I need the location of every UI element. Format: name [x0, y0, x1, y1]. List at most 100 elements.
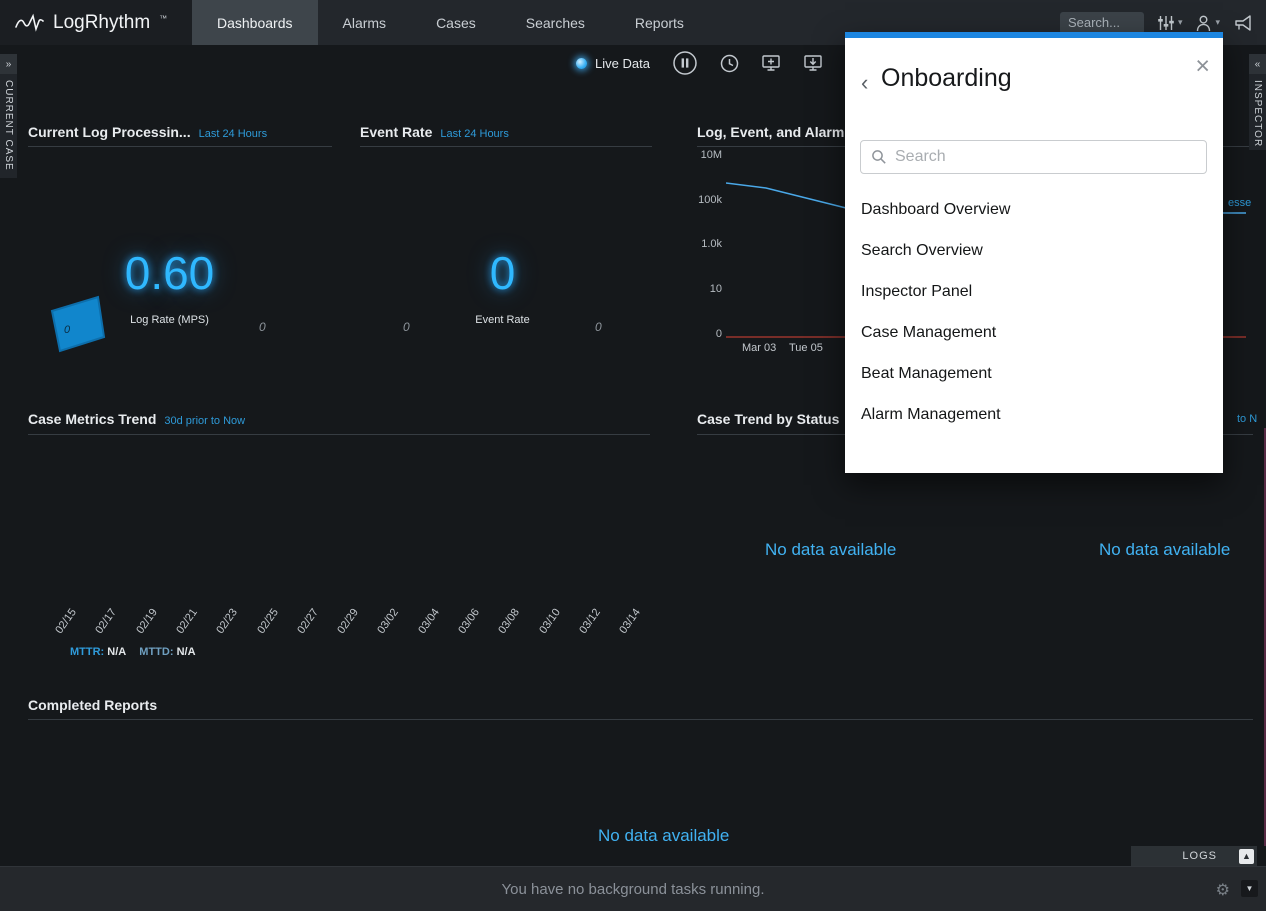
- time-range-button[interactable]: [720, 54, 739, 73]
- x-tick: 02/25: [247, 607, 281, 648]
- search-icon: [871, 149, 887, 165]
- onboarding-title: Onboarding: [881, 64, 1012, 93]
- onboarding-item-case-management[interactable]: Case Management: [845, 312, 1223, 353]
- gauge-tick: 0: [259, 320, 266, 334]
- tab-searches[interactable]: Searches: [501, 0, 610, 45]
- divider: [28, 719, 1253, 720]
- case-trend-empty-state: No data available: [765, 540, 896, 560]
- x-tick: 02/23: [206, 607, 240, 648]
- tab-alarms[interactable]: Alarms: [318, 0, 412, 45]
- onboarding-item-search-overview[interactable]: Search Overview: [845, 230, 1223, 271]
- tab-label: Dashboards: [217, 15, 293, 31]
- widget-title-completed-reports: Completed Reports: [28, 697, 157, 713]
- x-tick: 03/14: [609, 607, 643, 648]
- status-bar: You have no background tasks running. ⚙ …: [0, 866, 1266, 911]
- x-tick: 03/02: [367, 607, 401, 648]
- chevron-down-icon: ▾: [1215, 17, 1220, 28]
- x-tick: 03/12: [569, 607, 603, 648]
- current-case-tab[interactable]: » CURRENT CASE: [0, 54, 17, 178]
- filters-menu-button[interactable]: ▾: [1157, 15, 1183, 31]
- logs-expand-button[interactable]: ▲: [1239, 849, 1254, 864]
- x-tick: 03/08: [488, 607, 522, 648]
- widget-title-case-metrics: Case Metrics Trend30d prior to Now: [28, 411, 245, 427]
- onboarding-item-dashboard-overview[interactable]: Dashboard Overview: [845, 189, 1223, 230]
- y-tick: 10: [684, 283, 722, 295]
- mttd-value: N/A: [177, 646, 196, 658]
- tab-dashboards[interactable]: Dashboards: [192, 0, 318, 45]
- log-rate-value-box: 0.60 Log Rate (MPS): [92, 246, 247, 326]
- x-tick: Tue 05: [789, 342, 823, 354]
- onboarding-item-alarm-management[interactable]: Alarm Management: [845, 394, 1223, 435]
- mttr-value: N/A: [107, 646, 126, 658]
- completed-reports-empty-state: No data available: [598, 826, 729, 846]
- global-search-input[interactable]: [1060, 12, 1144, 34]
- x-tick: 03/10: [529, 607, 563, 648]
- back-chevron-icon[interactable]: ‹: [861, 70, 868, 96]
- onboarding-search-box: [860, 140, 1207, 174]
- range-label[interactable]: Last 24 Hours: [199, 128, 267, 140]
- y-tick: 100k: [684, 194, 722, 206]
- settings-gear-icon[interactable]: ⚙: [1216, 880, 1230, 900]
- logrhythm-logo-icon: [14, 12, 44, 34]
- logs-label: LOGS: [1182, 850, 1217, 862]
- title-text: Event Rate: [360, 124, 432, 140]
- tab-cases[interactable]: Cases: [411, 0, 501, 45]
- onboarding-item-list: Dashboard Overview Search Overview Inspe…: [845, 189, 1223, 435]
- add-widget-button[interactable]: [761, 54, 781, 72]
- inspector-tab[interactable]: « INSPECTOR: [1249, 54, 1266, 150]
- x-tick: 02/21: [166, 607, 200, 648]
- tab-label: Reports: [635, 15, 684, 31]
- onboarding-item-beat-management[interactable]: Beat Management: [845, 353, 1223, 394]
- event-rate-label: Event Rate: [425, 314, 580, 326]
- event-rate-value: 0: [425, 246, 580, 300]
- log-rate-label: Log Rate (MPS): [92, 314, 247, 326]
- y-tick: 1.0k: [684, 238, 722, 250]
- x-tick: 02/29: [327, 607, 361, 648]
- x-tick: 03/04: [408, 607, 442, 648]
- status-message: You have no background tasks running.: [502, 881, 765, 898]
- onboarding-search-input[interactable]: [895, 148, 1196, 166]
- collapse-statusbar-button[interactable]: ▼: [1241, 880, 1258, 897]
- brand-name: LogRhythm: [53, 12, 150, 34]
- expand-right-icon: »: [0, 54, 17, 74]
- live-data-toggle[interactable]: Live Data: [576, 56, 650, 71]
- user-icon: [1195, 14, 1212, 32]
- title-text: Completed Reports: [28, 697, 157, 713]
- brand-trademark: ™: [159, 14, 167, 23]
- tab-label: Alarms: [343, 15, 387, 31]
- y-tick: 10M: [684, 149, 722, 161]
- gauge-tick: 0: [403, 320, 410, 334]
- tab-reports[interactable]: Reports: [610, 0, 709, 45]
- log-rate-value: 0.60: [92, 246, 247, 300]
- right-widget-empty-state: No data available: [1099, 540, 1230, 560]
- title-text: Current Log Processin...: [28, 124, 191, 140]
- announcements-button[interactable]: [1233, 14, 1254, 32]
- divider: [360, 146, 652, 147]
- range-label[interactable]: 30d prior to Now: [164, 415, 245, 427]
- x-tick: 02/27: [287, 607, 321, 648]
- widget-title-case-trend: Case Trend by Status: [697, 411, 839, 427]
- pause-button[interactable]: [672, 50, 698, 76]
- caret-up-icon: ▲: [1242, 851, 1251, 861]
- title-text: Case Trend by Status: [697, 411, 839, 427]
- tab-label: Cases: [436, 15, 476, 31]
- caret-down-icon: ▼: [1246, 884, 1254, 893]
- range-label[interactable]: Last 24 Hours: [440, 128, 508, 140]
- megaphone-icon: [1233, 14, 1254, 32]
- logs-drawer-tab[interactable]: LOGS ▲: [1131, 846, 1257, 866]
- close-icon[interactable]: ×: [1195, 54, 1210, 79]
- expand-left-icon: «: [1249, 54, 1266, 74]
- current-case-label: CURRENT CASE: [3, 80, 14, 171]
- user-menu-button[interactable]: ▾: [1195, 14, 1220, 32]
- hidden-label-fragment: esse: [1228, 197, 1251, 209]
- divider: [28, 146, 332, 147]
- onboarding-panel: ‹ Onboarding × Dashboard Overview Search…: [845, 32, 1223, 473]
- x-tick: Mar 03: [742, 342, 776, 354]
- gauge-tick: 0: [595, 320, 602, 334]
- title-text: Log, Event, and Alarm...: [697, 124, 856, 140]
- event-rate-value-box: 0 Event Rate: [425, 246, 580, 326]
- live-data-indicator-icon: [576, 58, 587, 69]
- onboarding-item-inspector-panel[interactable]: Inspector Panel: [845, 271, 1223, 312]
- export-dashboard-button[interactable]: [803, 54, 823, 72]
- live-data-label: Live Data: [595, 56, 650, 71]
